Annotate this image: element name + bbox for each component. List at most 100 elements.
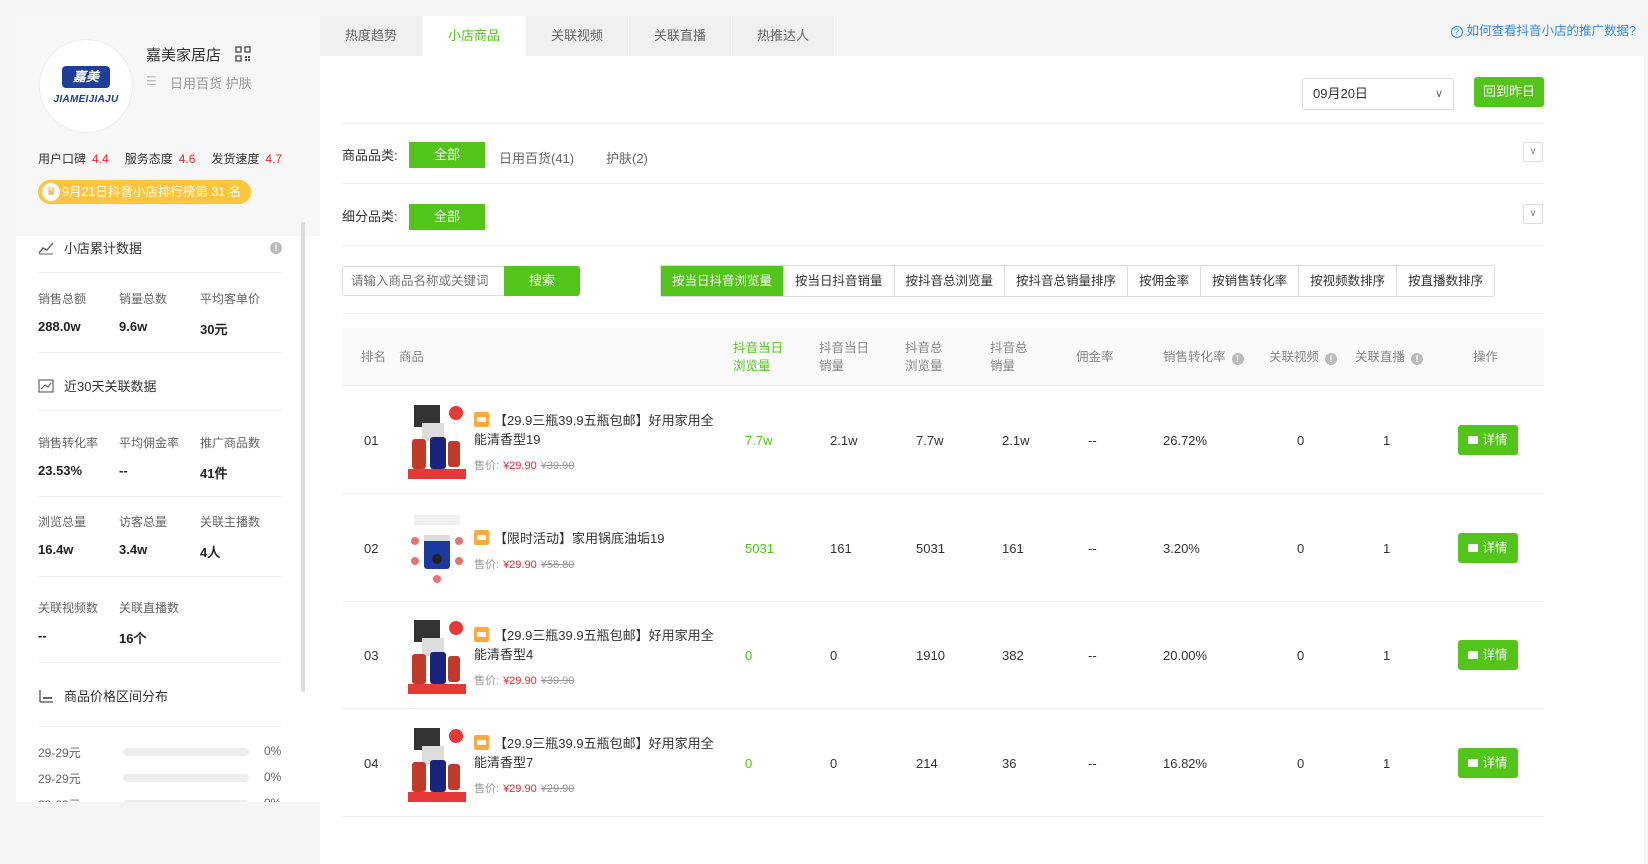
cell-total-sales: 382: [1002, 648, 1024, 663]
stat-visitors-total: 访客总量 3.4w: [119, 515, 168, 557]
product-image[interactable]: [408, 725, 466, 802]
header-lives[interactable]: 关联直播!: [1355, 348, 1424, 366]
header-rank: 排名: [361, 350, 387, 364]
tab-top-influencers[interactable]: 热推达人: [732, 16, 835, 56]
shop-icon: [474, 412, 489, 427]
product-title[interactable]: 【29.9三瓶39.9五瓶包邮】好用家用全能清香型7: [474, 734, 724, 772]
info-icon[interactable]: !: [1231, 353, 1244, 365]
sort-conversion[interactable]: 按销售转化率: [1201, 266, 1300, 296]
detail-button[interactable]: 详情: [1458, 747, 1518, 778]
detail-button[interactable]: 详情: [1458, 640, 1518, 670]
cell-total-sales: 161: [1002, 540, 1024, 556]
row-rank: 02: [364, 540, 379, 556]
expand-subcategories-button[interactable]: ∨: [1523, 204, 1543, 224]
logo-text: JIAMEIJIAJU: [53, 94, 119, 105]
cell-commission: --: [1088, 648, 1097, 663]
shop-icon: [474, 734, 489, 750]
divider: [38, 576, 282, 577]
bar-chart-icon: [39, 689, 53, 703]
date-select[interactable]: 09月20日 ∨: [1302, 78, 1454, 110]
info-icon[interactable]: !: [1325, 353, 1338, 365]
stat-videos: 关联视频数 --: [38, 601, 99, 643]
price-dist-row: 29-29元 0%: [38, 744, 282, 760]
help-link[interactable]: ? 如何查看抖音小店的推广数据?: [1450, 20, 1636, 39]
cell-videos: 0: [1297, 540, 1305, 556]
header-daily-sales[interactable]: 抖音当日 销量: [819, 339, 869, 375]
main-content: 09月20日 ∨ 回到昨日 商品品类: 全部 日用百货(41) 护肤(2) ∨ …: [320, 56, 1644, 864]
cell-total-views: 5031: [916, 540, 945, 556]
table-row: 02 【限时活动】家用锅底油垢19 售价: ¥29.90 ¥56.80 5031 1…: [342, 495, 1544, 602]
product-image[interactable]: [408, 403, 466, 479]
search-button[interactable]: 搜索: [504, 266, 580, 296]
header-action: 操作: [1473, 350, 1499, 364]
search-input[interactable]: [342, 266, 504, 296]
tab-trend[interactable]: 热度趋势: [320, 16, 423, 56]
header-total-views[interactable]: 抖音总 浏览量: [905, 339, 943, 375]
shop-info-panel: 嘉美 JIAMEIJIAJU 嘉美家居店 ☰ 日用百货 护肤 用户口碑 4.4 服…: [16, 16, 320, 864]
subcategory-all-button[interactable]: 全部: [409, 204, 485, 230]
category-option[interactable]: 日用百货(41): [499, 148, 574, 167]
divider: [38, 496, 282, 497]
stat-avg-price: 平均客单价 30元: [200, 292, 261, 337]
expand-categories-button[interactable]: ∨: [1523, 142, 1543, 162]
tab-related-lives[interactable]: 关联直播: [629, 16, 732, 56]
price-dist-row: 29-29元 0%: [38, 770, 282, 786]
product-price: 售价: ¥29.90 ¥39.90: [474, 675, 575, 687]
detail-button[interactable]: 详情: [1458, 532, 1518, 563]
bag-icon: [1468, 543, 1479, 552]
divider: [38, 272, 282, 273]
detail-button[interactable]: 详情: [1458, 425, 1518, 455]
divider: [38, 662, 282, 663]
sort-lives[interactable]: 按直播数排序: [1397, 266, 1494, 296]
stat-avg-commission: 平均佣金率 --: [119, 436, 180, 478]
sort-total-sales[interactable]: 按抖音总销量排序: [1005, 266, 1129, 296]
row-rank: 01: [364, 433, 379, 448]
cell-total-sales: 36: [1002, 755, 1017, 771]
product-title[interactable]: 【限时活动】家用锅底油垢19: [474, 529, 724, 548]
product-image[interactable]: [408, 510, 466, 587]
cell-commission: --: [1088, 540, 1097, 556]
tab-related-videos[interactable]: 关联视频: [526, 16, 629, 56]
sort-daily-sales[interactable]: 按当日抖音销量: [784, 266, 895, 296]
table-header: 排名 商品 抖音当日 浏览量 抖音当日 销量 抖音总 浏览量 抖音总 销量 佣金率 销售…: [342, 328, 1544, 386]
header-commission[interactable]: 佣金率: [1076, 348, 1114, 366]
back-to-yesterday-button[interactable]: 回到昨日: [1474, 77, 1544, 107]
chevron-down-icon: ∨: [1434, 88, 1443, 100]
cell-commission: --: [1088, 755, 1097, 771]
info-icon[interactable]: !: [270, 242, 282, 254]
product-image[interactable]: [408, 618, 466, 694]
category-option[interactable]: 护肤(2): [606, 148, 648, 167]
header-conversion[interactable]: 销售转化率!: [1163, 348, 1244, 366]
cell-lives: 1: [1383, 540, 1391, 556]
logo-badge: 嘉美: [62, 66, 110, 88]
product-title[interactable]: 【29.9三瓶39.9五瓶包邮】好用家用全能清香型19: [474, 411, 724, 449]
cell-videos: 0: [1297, 648, 1305, 663]
header-total-sales[interactable]: 抖音总 销量: [990, 339, 1028, 375]
tab-shop-products[interactable]: 小店商品: [423, 16, 526, 56]
sort-total-views[interactable]: 按抖音总浏览量: [895, 266, 1006, 296]
bag-icon: [1468, 651, 1479, 659]
divider: [342, 313, 1544, 314]
cell-total-sales: 2.1w: [1002, 433, 1030, 448]
shop-name: 嘉美家居店: [146, 47, 222, 64]
question-icon: ?: [1450, 26, 1463, 38]
product-title[interactable]: 【29.9三瓶39.9五瓶包邮】好用家用全能清香型4: [474, 626, 724, 664]
left-scrollbar[interactable]: [301, 222, 305, 692]
trend-chart-icon: [38, 378, 54, 393]
bag-icon: [1468, 436, 1479, 444]
rank-badge[interactable]: ♛ 9月21日抖音小店排行榜第 31 名: [38, 180, 252, 204]
cumulative-title: 小店累计数据: [38, 238, 142, 257]
sort-commission[interactable]: 按佣金率: [1128, 266, 1202, 296]
info-icon[interactable]: !: [1411, 353, 1424, 365]
category-all-button[interactable]: 全部: [409, 142, 485, 168]
cell-commission: --: [1088, 433, 1097, 448]
cell-daily-views: 5031: [745, 540, 774, 556]
header-videos[interactable]: 关联视频!: [1269, 348, 1338, 366]
header-daily-views[interactable]: 抖音当日 浏览量: [733, 339, 783, 375]
sort-daily-views[interactable]: 按当日抖音浏览量: [661, 266, 785, 296]
cell-videos: 0: [1297, 755, 1305, 771]
stat-lives: 关联直播数 16个: [119, 601, 180, 646]
qrcode-icon[interactable]: [235, 46, 251, 62]
sort-videos[interactable]: 按视频数排序: [1299, 266, 1398, 296]
stat-views-total: 浏览总量 16.4w: [38, 515, 87, 557]
